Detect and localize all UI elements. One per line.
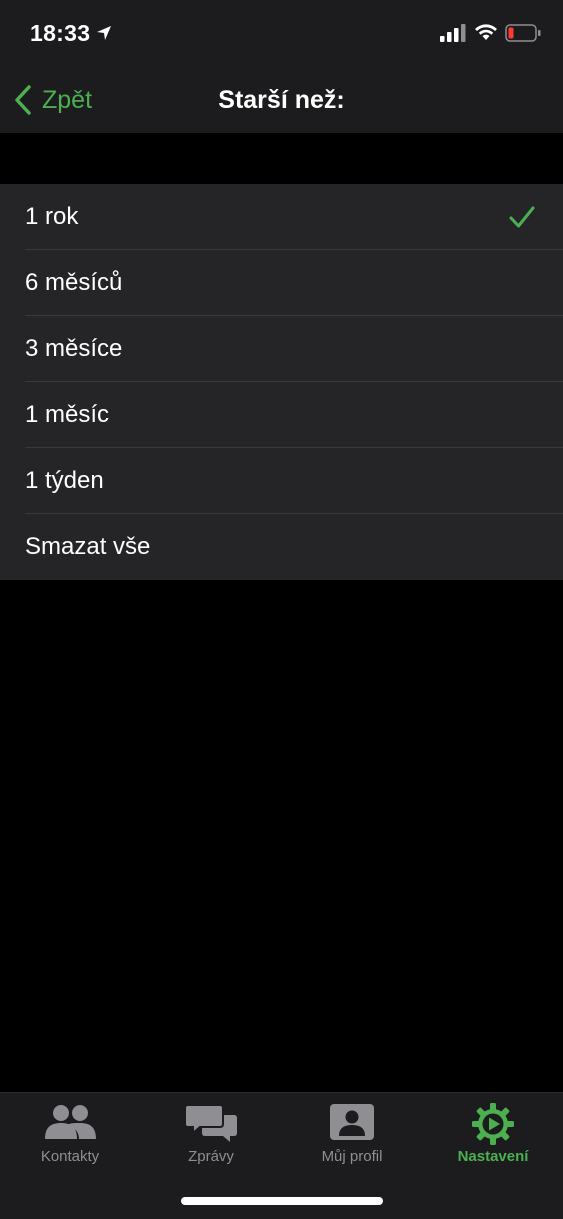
option-row-1-tyden[interactable]: 1 týden — [0, 448, 563, 514]
option-row-6-mesicu[interactable]: 6 měsíců — [0, 250, 563, 316]
checkmark-icon — [509, 206, 535, 228]
option-row-smazat-vse[interactable]: Smazat vše — [0, 514, 563, 580]
option-label: Smazat vše — [25, 533, 151, 560]
messages-icon — [184, 1104, 237, 1142]
tab-label: Můj profil — [321, 1148, 383, 1165]
tab-nastaveni[interactable]: Nastavení — [423, 1093, 563, 1183]
option-row-3-mesice[interactable]: 3 měsíce — [0, 316, 563, 382]
option-label: 1 měsíc — [25, 401, 110, 428]
page-title: Starší než: — [218, 86, 345, 114]
option-row-1-rok[interactable]: 1 rok — [0, 184, 563, 250]
tab-label: Zprávy — [188, 1148, 234, 1165]
tab-label: Nastavení — [457, 1148, 529, 1165]
location-arrow-icon — [97, 26, 111, 40]
tab-zpravy[interactable]: Zprávy — [141, 1093, 281, 1183]
profile-icon — [330, 1104, 374, 1140]
option-label: 1 týden — [25, 467, 104, 494]
option-label: 1 rok — [25, 203, 79, 230]
tab-label: Kontakty — [40, 1148, 100, 1165]
tab-kontakty[interactable]: Kontakty — [0, 1093, 140, 1183]
option-row-1-mesic[interactable]: 1 měsíc — [0, 382, 563, 448]
status-time: 18:33 — [30, 20, 91, 46]
option-label: 6 měsíců — [25, 269, 123, 296]
contacts-icon — [45, 1105, 96, 1139]
battery-icon — [505, 24, 541, 42]
option-label: 3 měsíce — [25, 335, 123, 362]
navigation-bar: Zpět Starší než: — [0, 66, 563, 133]
cellular-signal-icon — [440, 24, 466, 42]
tab-muj-profil[interactable]: Můj profil — [282, 1093, 422, 1183]
settings-gear-icon — [472, 1103, 514, 1145]
status-bar: 18:33 — [0, 0, 563, 66]
options-list: 1 rok 6 měsíců 3 měsíce 1 měsíc 1 týden … — [0, 184, 563, 580]
home-indicator[interactable] — [181, 1197, 383, 1205]
wifi-icon — [475, 24, 497, 40]
